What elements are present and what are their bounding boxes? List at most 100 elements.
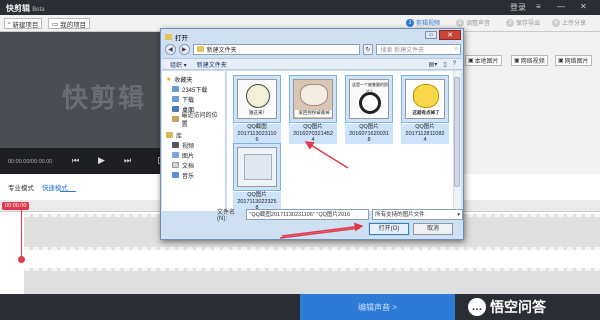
- forward-icon[interactable]: ▶: [178, 43, 190, 55]
- open-button[interactable]: 打开(O): [368, 222, 410, 236]
- library-icon: [166, 132, 173, 138]
- thumbnail: 滚回拐拐被裁掉: [293, 79, 333, 119]
- dialog-toolbar: 组织 ▾ 新建文件夹 ▤▾ ▯ ?: [162, 58, 462, 70]
- local-image-button[interactable]: ▣ 本地图片: [465, 55, 502, 66]
- download-icon: [172, 86, 179, 92]
- star-icon: ★: [166, 76, 172, 83]
- meme-caption: 这就有点掉了: [412, 110, 440, 115]
- online-image-button[interactable]: ▣ 网络图片: [555, 55, 592, 66]
- organize-menu[interactable]: 组织 ▾: [170, 60, 187, 69]
- edit-audio-button[interactable]: 编辑声音 >: [300, 294, 455, 320]
- nav-item-2345[interactable]: 2345下载: [166, 84, 221, 94]
- back-icon[interactable]: ◀: [165, 43, 176, 55]
- online-video-button[interactable]: ▣ 网络视频: [511, 55, 548, 66]
- nav-item-videos[interactable]: 视频: [166, 140, 221, 150]
- file-item[interactable]: 这就有点掉了 QQ图片 2017112811082 4: [401, 75, 449, 144]
- meme-caption: 跟这来！: [249, 110, 267, 115]
- chat-bubble-icon: …: [468, 298, 486, 316]
- view-icon[interactable]: ▤▾: [429, 61, 438, 68]
- new-file-icon: ▫: [8, 20, 11, 27]
- pro-mode-tab[interactable]: 专业模式: [8, 185, 34, 192]
- yellow-face: [413, 84, 439, 108]
- file-item[interactable]: 滚回拐拐被裁掉 QQ图片 2016070321452 4: [289, 75, 337, 144]
- nav-item-downloads[interactable]: 下载: [166, 94, 221, 104]
- music-icon: [172, 172, 179, 178]
- step-3[interactable]: 3 保存导出: [506, 18, 540, 27]
- file-item[interactable]: 跟这来！ QQ截图 2017113023110 6: [233, 75, 281, 144]
- video-icon: ▣: [514, 58, 520, 64]
- next-frame-icon[interactable]: ⏭: [124, 156, 131, 166]
- nav-item-pictures[interactable]: 图片: [166, 150, 221, 160]
- playhead[interactable]: [21, 205, 22, 259]
- thumbnail: 这是一个被鲁腿的照片？: [349, 79, 389, 119]
- nav-item-music[interactable]: 音乐: [166, 170, 221, 180]
- navigation-pane: ★ 收藏夹 2345下载 下载 桌面 最近访问的位置 库 视频 图片 文档 音乐: [162, 71, 226, 211]
- wukong-watermark: … 悟空问答: [468, 297, 546, 317]
- mode-switch: 专业模式 快速模式: [8, 182, 68, 192]
- nav-item-documents[interactable]: 文档: [166, 160, 221, 170]
- material-panel: [445, 32, 600, 174]
- nav-library[interactable]: 库: [166, 130, 221, 140]
- image-icon: ▣: [558, 58, 564, 64]
- open-file-dialog: 打开 ▭ ✕ ◀ ▶ 新建文件夹 ↻ 搜索 新建文件夹 ⌕ 组织 ▾ 新建文件夹 …: [160, 28, 464, 240]
- screenshot-preview: [244, 154, 272, 180]
- dialog-close-button[interactable]: ✕: [439, 30, 461, 40]
- thumbnail: 跟这来！: [237, 79, 277, 119]
- help-icon[interactable]: ?: [453, 61, 456, 68]
- picture-icon: [172, 152, 179, 158]
- minimize-icon[interactable]: —: [557, 2, 565, 11]
- my-projects-button[interactable]: ▭ 我的项目: [48, 18, 91, 29]
- cat-photo: [300, 84, 328, 106]
- folder-icon: [165, 34, 172, 40]
- nav-favorites[interactable]: ★ 收藏夹: [166, 74, 221, 84]
- login-link[interactable]: 登录: [510, 2, 526, 13]
- new-project-button[interactable]: ▫ 新建项目: [4, 18, 43, 29]
- panda-face: [359, 92, 381, 114]
- search-input[interactable]: 搜索 新建文件夹 ⌕: [376, 43, 461, 55]
- document-icon: [172, 162, 179, 168]
- meme-face: [246, 84, 270, 108]
- video-icon: [172, 142, 179, 148]
- dialog-minimize-button[interactable]: ▭: [425, 31, 437, 39]
- playhead-handle[interactable]: [18, 256, 25, 263]
- time-readout: 00:00.00/00:00.00: [8, 159, 53, 165]
- play-icon[interactable]: ▶: [98, 155, 105, 166]
- nav-item-recent[interactable]: 最近访问的位置: [166, 113, 221, 128]
- step-2[interactable]: 2 调整声音: [456, 18, 490, 27]
- audio-track[interactable]: [24, 268, 600, 294]
- menu-icon[interactable]: ≡: [536, 2, 541, 11]
- filename-label: 文件名(N):: [217, 210, 236, 222]
- cancel-button[interactable]: 取消: [413, 223, 453, 235]
- folder-icon: [196, 46, 204, 52]
- new-folder-button[interactable]: 新建文件夹: [197, 60, 227, 69]
- fast-mode-underline: [60, 191, 76, 192]
- filetype-select[interactable]: 所有支持的图片文件 ▾: [372, 209, 463, 220]
- file-item[interactable]: QQ图片 2017113022325 8: [233, 143, 281, 212]
- scrollbar-thumb[interactable]: [454, 77, 460, 187]
- address-row: ◀ ▶ 新建文件夹 ↻ 搜索 新建文件夹 ⌕: [165, 43, 461, 55]
- recent-icon: [172, 116, 179, 122]
- step-4[interactable]: 4 上传分享: [552, 18, 586, 27]
- file-item[interactable]: 这是一个被鲁腿的照片？ QQ图片 2016071620031 8: [345, 75, 393, 144]
- filename-row: 文件名(N): "QQ截图20171130231106" "QQ图片2016 所…: [217, 207, 463, 222]
- app-logo: 快剪辑 Beta: [6, 4, 45, 13]
- preview-watermark: 快剪辑: [62, 83, 147, 113]
- search-icon: ⌕: [454, 45, 458, 52]
- dialog-title: 打开: [165, 32, 188, 42]
- download-icon: [172, 96, 179, 102]
- timecode-badge: 00:00.00: [2, 202, 30, 210]
- desktop-icon: [172, 106, 179, 112]
- refresh-icon[interactable]: ↻: [362, 43, 374, 55]
- prev-frame-icon[interactable]: ⏮: [72, 156, 79, 166]
- step-1[interactable]: 1 剪辑视频: [406, 18, 440, 27]
- material-tools: ▣ 本地图片 ▣ 网络视频 ▣ 网络图片: [445, 55, 600, 69]
- image-icon: ▣: [468, 58, 474, 64]
- filename-input[interactable]: "QQ截图20171130231106" "QQ图片2016: [246, 209, 370, 220]
- thumbnail: 这就有点掉了: [405, 79, 445, 119]
- meme-caption: 滚回拐拐被裁掉: [295, 110, 332, 117]
- thumbnail: [237, 147, 277, 187]
- close-icon[interactable]: ✕: [580, 2, 587, 11]
- path-breadcrumb[interactable]: 新建文件夹: [192, 43, 360, 55]
- chevron-down-icon: ▾: [457, 212, 460, 218]
- preview-pane-icon[interactable]: ▯: [443, 61, 446, 68]
